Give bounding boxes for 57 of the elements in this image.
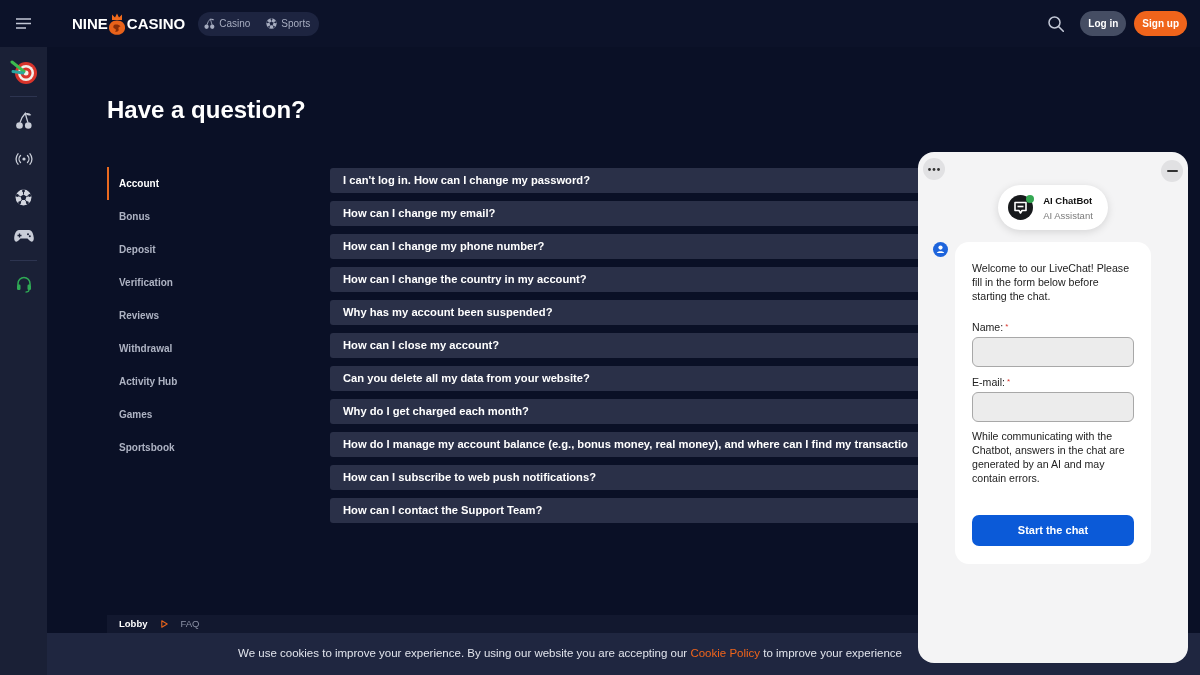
search-icon[interactable]	[1048, 15, 1065, 32]
input-field[interactable]	[972, 392, 1134, 422]
triangle-separator-icon	[160, 620, 168, 628]
faq-category-tab[interactable]: Deposit	[107, 233, 318, 266]
faq-category-tab[interactable]: Activity Hub	[107, 365, 318, 398]
page-title: Have a question?	[107, 95, 307, 124]
cookie-notice-text: We use cookies to improve your experience. By using our website you are accepting our Cookie Policy to improve your experience	[238, 646, 902, 662]
chatbot-avatar-icon	[1008, 195, 1034, 221]
logo-text: CASINO	[126, 16, 186, 31]
field-label: Name: *	[972, 320, 1010, 334]
faq-category-tab[interactable]: Bonus	[107, 200, 318, 233]
dots-icon	[928, 167, 940, 171]
soccer-ball-icon	[266, 18, 278, 29]
soccer-ball-icon[interactable]	[15, 188, 32, 206]
bot-role: AI Assistant	[1043, 208, 1093, 223]
minimize-button[interactable]	[1161, 160, 1183, 182]
faq-question[interactable]: How can I close my account?	[330, 333, 918, 358]
breadcrumb-link[interactable]: Lobby	[119, 616, 148, 632]
faq-question[interactable]: How do I manage my account balance (e.g., bonus money, real money), and where can I find my transactio	[330, 432, 918, 457]
faq-category-tab[interactable]: Reviews	[107, 299, 318, 332]
faq-question[interactable]: How can I contact the Support Team?	[330, 498, 918, 523]
faq-question[interactable]: How can I subscribe to web push notifications?	[330, 465, 918, 490]
cookie-policy-link[interactable]: Cookie Policy	[690, 647, 761, 660]
faq-question[interactable]: How can I change the country in my account?	[330, 267, 918, 292]
faq-category-tab[interactable]: Sportsbook	[107, 431, 318, 464]
welcome-message: Welcome to our LiveChat! Please fill in the form below before starting the chat.	[972, 261, 1131, 303]
broadcast-icon[interactable]	[14, 152, 33, 165]
input-field[interactable]	[972, 337, 1134, 367]
nav-tab[interactable]: Casino	[204, 16, 251, 31]
faq-question[interactable]: How can I change my phone number?	[330, 234, 918, 259]
dartboard-icon[interactable]	[9, 58, 38, 85]
faq-category-tab[interactable]: Games	[107, 398, 318, 431]
field-label: E-mail: *	[972, 375, 1012, 389]
cherries-icon	[204, 18, 216, 29]
minus-icon	[1166, 170, 1178, 172]
crest-icon	[107, 12, 126, 35]
faq-question[interactable]: How can I change my email?	[330, 201, 918, 226]
faq-question[interactable]: I can't log in. How can I change my password?	[330, 168, 918, 193]
bot-name: AI ChatBot	[1043, 193, 1093, 208]
login-button[interactable]: Log in	[1080, 11, 1127, 36]
headset-icon[interactable]	[15, 275, 32, 293]
faq-question[interactable]: Why has my account been suspended?	[330, 300, 918, 325]
breadcrumb-current: FAQ	[180, 616, 200, 631]
nav-tab[interactable]: Sports	[266, 16, 311, 31]
faq-category-tab[interactable]: Withdrawal	[107, 332, 318, 365]
gamepad-icon[interactable]	[13, 228, 34, 243]
faq-category-tab[interactable]: Verification	[107, 266, 318, 299]
ai-disclaimer: While communicating with the Chatbot, answers in the chat are generated by an AI and may contain errors.	[972, 429, 1126, 485]
menu-icon[interactable]	[16, 18, 31, 29]
user-icon	[933, 242, 948, 257]
faq-question[interactable]: Why do I get charged each month?	[330, 399, 918, 424]
faq-category-tab[interactable]: Account	[107, 167, 318, 200]
cherries-icon[interactable]	[15, 111, 32, 129]
faq-question[interactable]: Can you delete all my data from your website?	[330, 366, 918, 391]
start-chat-button[interactable]: Start the chat	[972, 515, 1134, 546]
logo-text: NINE	[72, 16, 108, 31]
more-options-button[interactable]	[923, 158, 945, 180]
